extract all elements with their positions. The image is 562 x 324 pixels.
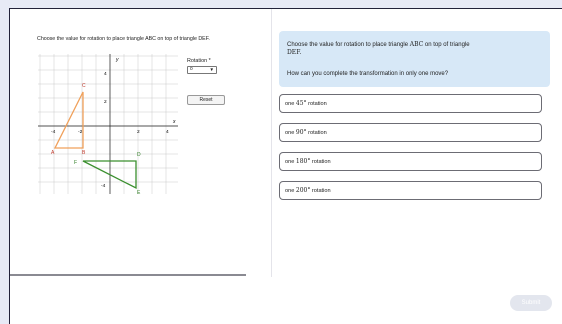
x-tick-label: -4 [51,129,56,135]
vertex-label-c: C [82,83,86,89]
answer-option-200[interactable]: one 200° rotation [279,181,542,200]
vertex-label-e: E [137,190,141,194]
y-tick-label: 4 [104,71,107,77]
vertex-label-d: D [137,152,141,158]
answer-option-180[interactable]: one 180° rotation [279,152,542,171]
instruction-text: Choose the value for rotation to place t… [37,36,210,42]
prompt-line-1: Choose the value for rotation to place t… [287,41,470,56]
rotation-select-value: 0 [190,67,193,72]
y-tick-label: 2 [104,99,107,105]
scroll-divider [10,274,246,276]
y-tick-label: -4 [101,183,106,189]
vertex-label-b: B [82,150,86,156]
x-axis-label: x [172,119,176,125]
question-frame: Choose the value for rotation to place t… [9,8,562,324]
answer-option-45[interactable]: one 45° rotation [279,94,542,113]
submit-button[interactable]: Submit [510,295,552,311]
rotation-select[interactable]: 0 ▼ [187,66,217,74]
triangle-def [82,160,137,190]
x-tick-label: -2 [78,129,83,135]
question-prompt: Choose the value for rotation to place t… [279,31,550,87]
coordinate-graph[interactable]: y x -4 -2 2 4 4 2 -4 A B C D E F [38,54,178,194]
chevron-down-icon: ▼ [209,67,214,72]
x-tick-label: 2 [137,129,140,135]
y-axis-label: y [115,57,119,63]
vertex-label-f: F [74,160,77,166]
triangle-abc [53,91,84,149]
x-tick-label: 4 [166,129,169,135]
answer-option-90[interactable]: one 90° rotation [279,123,542,142]
prompt-line-2: How can you complete the transformation … [287,71,449,77]
reset-button[interactable]: Reset [187,95,225,105]
vertex-label-a: A [51,150,55,156]
rotation-label: Rotation * [187,58,211,64]
left-pane: Choose the value for rotation to place t… [10,9,272,277]
